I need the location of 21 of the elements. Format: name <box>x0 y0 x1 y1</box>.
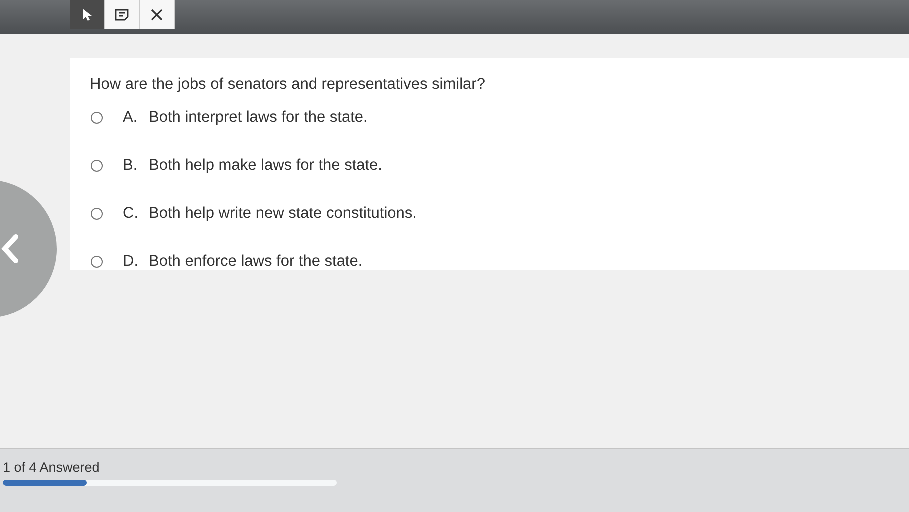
choice-letter: A. <box>123 109 139 127</box>
choice-letter: B. <box>123 157 139 175</box>
choice-letter: D. <box>123 253 140 271</box>
choice-text[interactable]: Both interpret laws for the state. <box>149 109 368 127</box>
eliminate-tool[interactable] <box>140 0 175 29</box>
radio-button[interactable] <box>91 208 103 220</box>
answered-status: 1 of 4 Answered <box>3 460 101 475</box>
radio-button[interactable] <box>91 256 103 268</box>
radio-button[interactable] <box>91 112 103 124</box>
choice-letter: C. <box>123 205 140 223</box>
note-tool[interactable] <box>105 0 140 29</box>
pointer-icon <box>82 8 92 22</box>
pointer-tool[interactable] <box>70 0 105 29</box>
note-icon <box>115 8 129 20</box>
chevron-left-icon <box>0 234 20 264</box>
choice-text[interactable]: Both enforce laws for the state. <box>149 253 363 271</box>
close-icon <box>151 8 163 20</box>
choice-text[interactable]: Both help make laws for the state. <box>149 157 382 175</box>
question-text: How are the jobs of senators and representatives similar? <box>90 76 486 94</box>
choice-text[interactable]: Both help write new state constitutions. <box>149 205 417 223</box>
radio-button[interactable] <box>91 160 103 172</box>
